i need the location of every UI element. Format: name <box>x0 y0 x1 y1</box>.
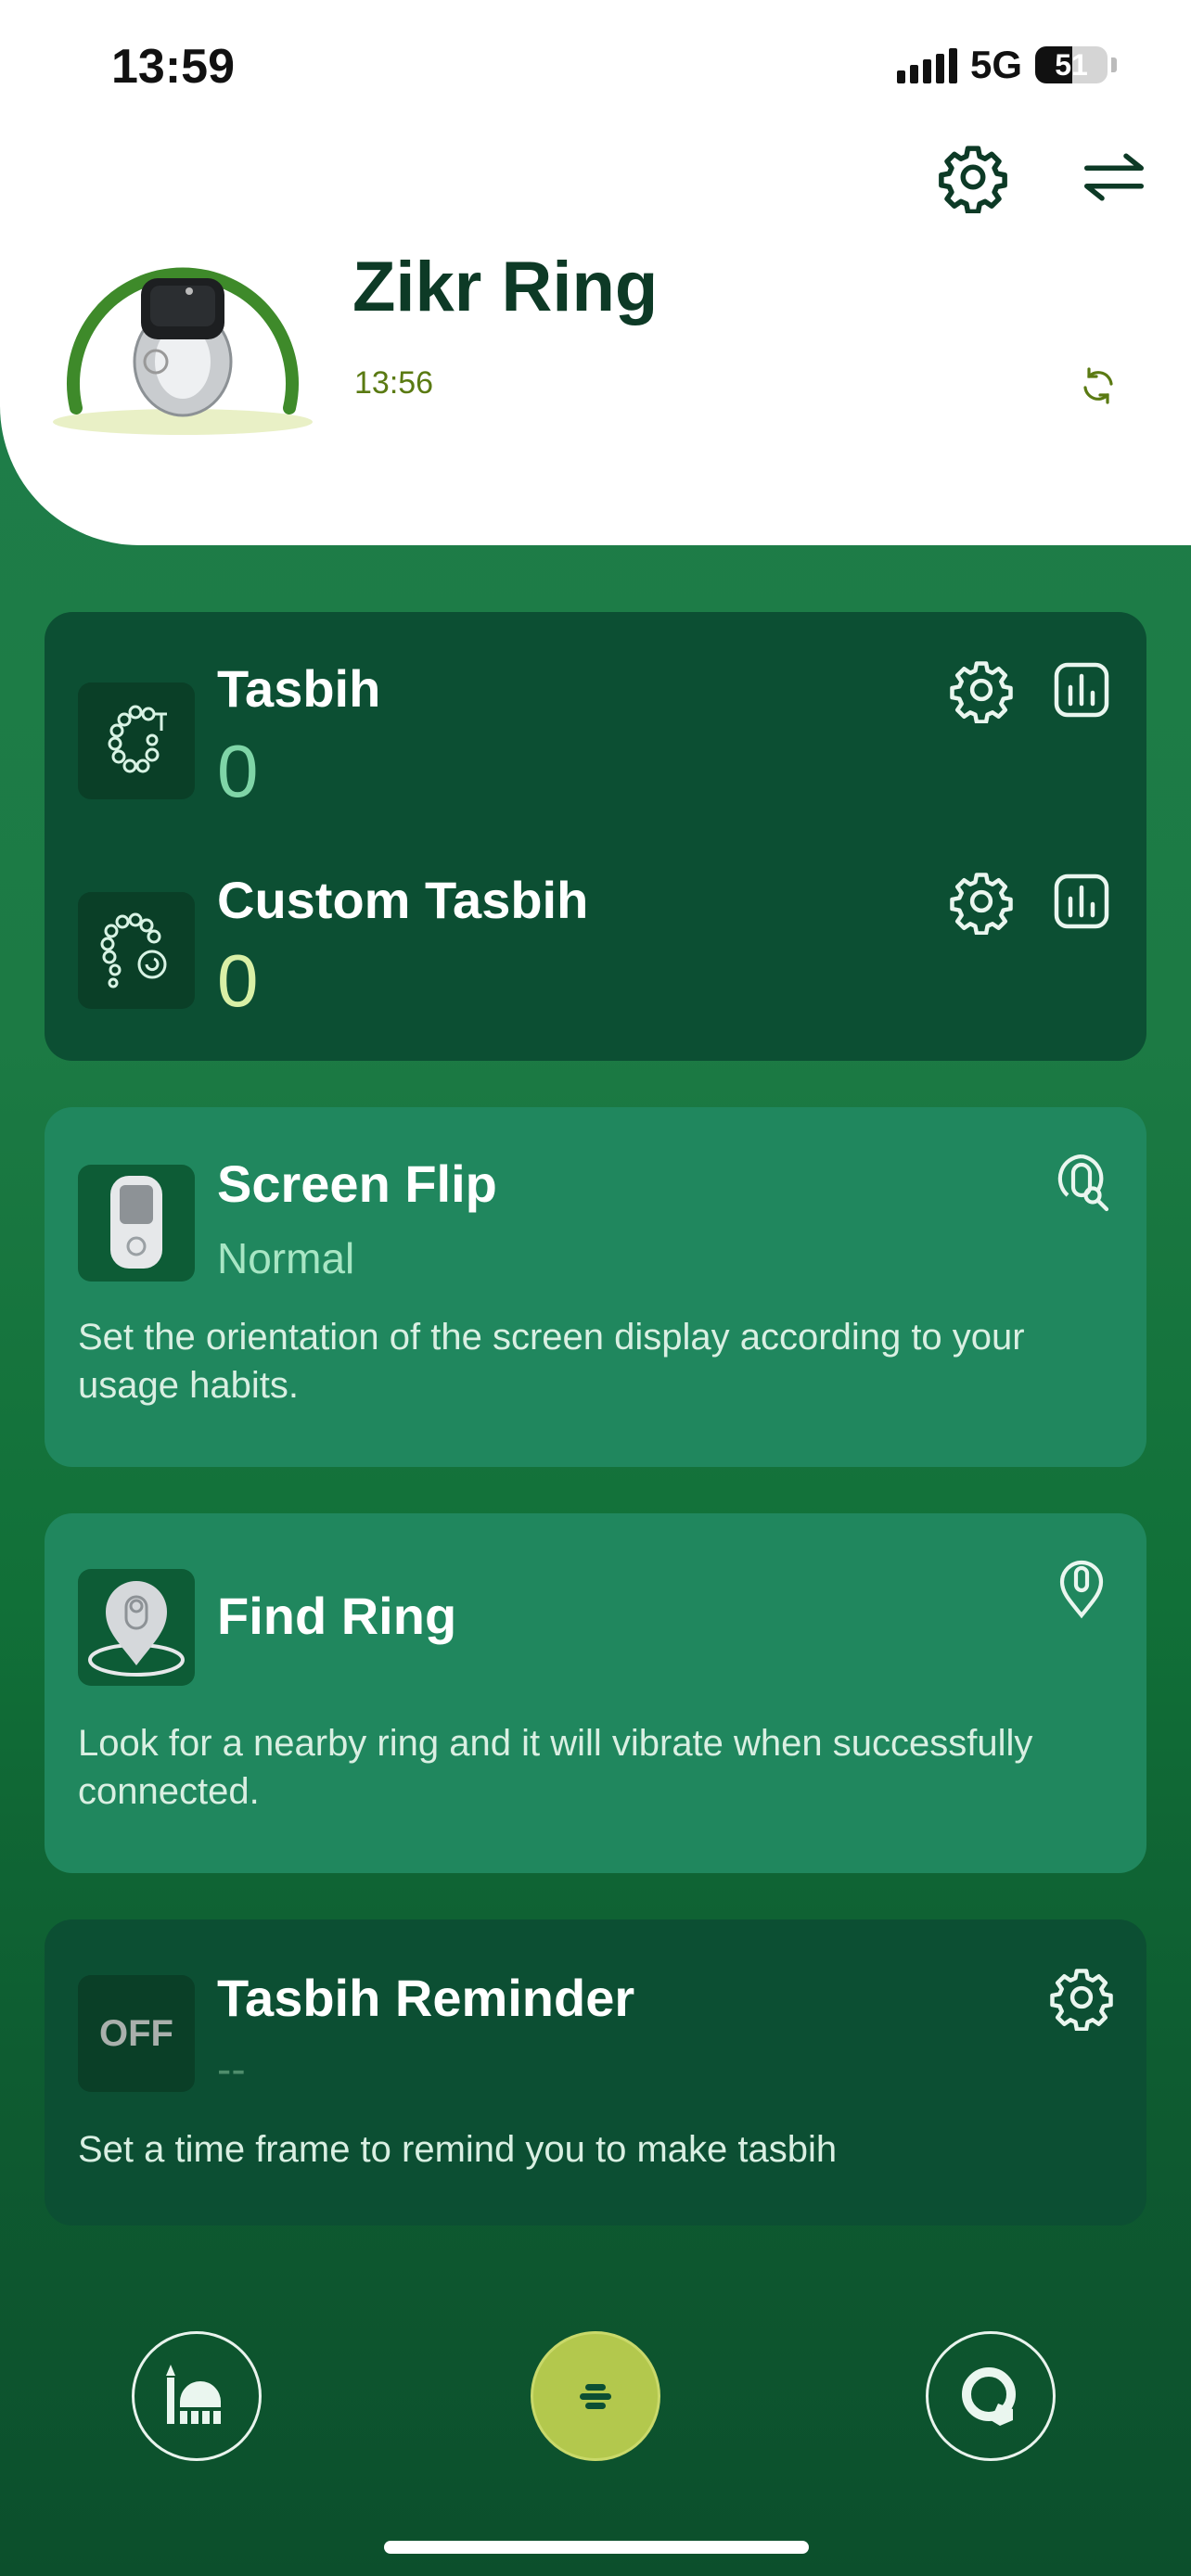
prayer-beads-icon <box>78 682 195 799</box>
device-name: Zikr Ring <box>352 248 659 326</box>
custom-beads-icon <box>78 892 195 1009</box>
custom-tasbih-title: Custom Tasbih <box>217 871 589 929</box>
tasbih-count: 0 <box>217 730 259 812</box>
screen-flip-description: Set the orientation of the screen displa… <box>78 1317 1025 1406</box>
custom-tasbih-count: 0 <box>217 939 259 1022</box>
screen-flip-value: Normal <box>217 1234 355 1282</box>
custom-tasbih-settings-icon[interactable] <box>948 868 1015 935</box>
home-indicator <box>384 2541 809 2554</box>
switch-device-icon[interactable] <box>1078 141 1150 213</box>
tasbih-counters-card: Tasbih 0 Custom Tasbih 0 <box>45 612 1146 1061</box>
battery-tip <box>1111 57 1117 72</box>
signal-icon <box>896 46 957 83</box>
tasbih-title: Tasbih <box>217 659 381 718</box>
last-sync-time: 13:56 <box>354 365 434 401</box>
reminder-settings-icon[interactable] <box>1048 1964 1115 2031</box>
find-ring-card[interactable]: Find Ring Look for a nearby ring and it … <box>45 1513 1146 1873</box>
reminder-off-badge: OFF <box>78 1975 195 2092</box>
refresh-icon[interactable] <box>1076 363 1121 408</box>
nav-ring[interactable] <box>926 2331 1056 2461</box>
settings-icon[interactable] <box>937 141 1009 213</box>
battery-percent: 51 <box>1055 48 1088 82</box>
mosque-icon <box>166 2365 221 2424</box>
custom-tasbih-stats-icon[interactable] <box>1048 868 1115 935</box>
ring-icon <box>962 2367 1016 2426</box>
find-ring-title: Find Ring <box>217 1587 457 1645</box>
tasbih-settings-icon[interactable] <box>948 657 1015 723</box>
reminder-badge-text: OFF <box>99 2012 173 2054</box>
status-indicators: 5G 51 <box>896 43 1117 87</box>
device-header: 13:59 5G 51 Zikr Ring 13:56 <box>0 0 1191 545</box>
ring-image <box>48 223 317 436</box>
battery-icon: 51 <box>1035 46 1108 83</box>
tasbih-reminder-card[interactable]: OFF Tasbih Reminder -- Set a time frame … <box>45 1919 1146 2225</box>
find-ring-icon <box>78 1569 195 1686</box>
tasbih-reminder-title: Tasbih Reminder <box>217 1969 635 2027</box>
tasbih-reminder-description: Set a time frame to remind you to make t… <box>78 2129 838 2170</box>
screen-flip-title: Screen Flip <box>217 1154 497 1213</box>
nav-mosque[interactable] <box>132 2331 262 2461</box>
tasbih-reminder-value: -- <box>217 2045 246 2093</box>
network-type: 5G <box>969 43 1022 86</box>
find-ring-description: Look for a nearby ring and it will vibra… <box>78 1723 1033 1812</box>
status-time: 13:59 <box>111 40 235 94</box>
tasbih-icon <box>568 2368 623 2424</box>
nav-zikr[interactable] <box>531 2331 660 2461</box>
tasbih-stats-icon[interactable] <box>1048 657 1115 723</box>
search-ring-icon[interactable] <box>1048 1148 1115 1215</box>
screen-flip-card[interactable]: Screen Flip Normal Set the orientation o… <box>45 1107 1146 1467</box>
screen-flip-icon <box>78 1165 195 1282</box>
location-ring-icon[interactable] <box>1048 1554 1115 1621</box>
